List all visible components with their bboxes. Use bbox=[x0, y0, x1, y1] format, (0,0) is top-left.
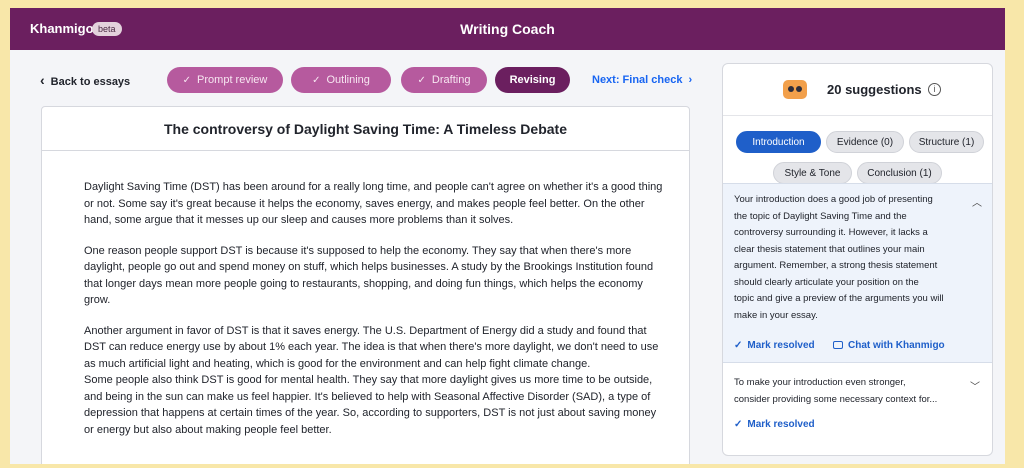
suggestion-line: consider providing some necessary contex… bbox=[734, 393, 938, 405]
chat-bubble-icon bbox=[833, 341, 843, 349]
filter-introduction[interactable]: Introduction bbox=[736, 131, 821, 153]
step-label: Revising bbox=[509, 74, 556, 86]
suggestions-panel: 20 suggestions i Introduction Evidence (… bbox=[722, 63, 993, 456]
action-label: Mark resolved bbox=[747, 340, 815, 351]
suggestions-count: 20 suggestions bbox=[827, 82, 922, 97]
step-label: Drafting bbox=[431, 74, 471, 86]
suggestion-line: make in your essay. bbox=[734, 309, 818, 321]
suggestion-text: To make your introduction even stronger,… bbox=[734, 375, 969, 408]
check-icon: ✓ bbox=[734, 419, 743, 430]
bot-eye bbox=[788, 86, 794, 92]
next-label: Next: Final check bbox=[592, 74, 683, 86]
mark-resolved-button[interactable]: ✓ Mark resolved bbox=[734, 340, 815, 351]
info-icon[interactable]: i bbox=[928, 83, 941, 96]
essay-paragraph: One reason people support DST is because… bbox=[84, 244, 654, 307]
suggestions-header: 20 suggestions i bbox=[723, 64, 992, 116]
chevron-right-icon: › bbox=[688, 74, 693, 86]
back-label: Back to essays bbox=[50, 76, 131, 88]
chevron-down-icon[interactable]: ﹀ bbox=[970, 378, 980, 393]
chevron-up-icon[interactable]: ︿ bbox=[972, 194, 982, 209]
essay-paragraph: Some people also think DST is good for m… bbox=[84, 374, 657, 436]
back-to-essays-link[interactable]: ‹ Back to essays bbox=[40, 72, 130, 88]
step-label: Prompt review bbox=[197, 74, 268, 86]
suggestion-line: argument. Remember, a strong thesis stat… bbox=[734, 260, 938, 271]
next-final-check-link[interactable]: Next: Final check › bbox=[592, 74, 692, 86]
app-window: Khanmigo beta Writing Coach ‹ Back to ess… bbox=[10, 8, 1005, 464]
suggestion-text: Your introduction does a good job of pre… bbox=[734, 192, 969, 324]
chat-with-khanmigo-button[interactable]: Chat with Khanmigo bbox=[833, 340, 945, 351]
step-revising[interactable]: Revising bbox=[495, 67, 570, 93]
filter-style-tone[interactable]: Style & Tone bbox=[773, 162, 852, 184]
step-outlining[interactable]: ✓ Outlining bbox=[291, 67, 391, 93]
essay-document[interactable]: The controversy of Daylight Saving Time:… bbox=[41, 106, 690, 464]
step-label: Outlining bbox=[326, 74, 370, 86]
suggestion-line: Your introduction does a good job of pre… bbox=[734, 194, 933, 205]
suggestion-line: To make your introduction even stronger, bbox=[734, 377, 906, 388]
check-icon: ✓ bbox=[182, 74, 192, 86]
chevron-left-icon: ‹ bbox=[40, 72, 45, 88]
top-bar: Khanmigo beta Writing Coach bbox=[10, 8, 1005, 50]
filter-structure[interactable]: Structure (1) bbox=[909, 131, 984, 153]
mark-resolved-button[interactable]: ✓ Mark resolved bbox=[734, 419, 815, 430]
bot-eye bbox=[796, 86, 802, 92]
filter-conclusion[interactable]: Conclusion (1) bbox=[857, 162, 942, 184]
check-icon: ✓ bbox=[734, 340, 743, 351]
khanmigo-bot-icon bbox=[783, 80, 807, 99]
action-label: Mark resolved bbox=[747, 419, 815, 430]
suggestion-line: clear thesis statement that outlines you… bbox=[734, 243, 925, 255]
check-icon: ✓ bbox=[312, 74, 321, 86]
suggestion-line: controversy surrounding it. However, it … bbox=[734, 227, 928, 238]
suggestion-line: the topic of Daylight Saving Time and th… bbox=[734, 210, 907, 222]
action-label: Chat with Khanmigo bbox=[848, 340, 945, 351]
suggestion-line: should clearly articulate your position … bbox=[734, 276, 919, 288]
app-title: Writing Coach bbox=[460, 21, 555, 37]
essay-body[interactable]: Daylight Saving Time (DST) has been arou… bbox=[84, 179, 664, 452]
step-drafting[interactable]: ✓ Drafting bbox=[401, 67, 487, 93]
essay-title: The controversy of Daylight Saving Time:… bbox=[42, 107, 689, 151]
filter-evidence[interactable]: Evidence (0) bbox=[826, 131, 904, 153]
suggestion-card-expanded[interactable]: ︿ Your introduction does a good job of p… bbox=[723, 183, 992, 363]
check-icon: ✓ bbox=[417, 74, 426, 86]
essay-paragraph: Daylight Saving Time (DST) has been arou… bbox=[84, 181, 663, 226]
step-prompt-review[interactable]: ✓ Prompt review bbox=[167, 67, 283, 93]
suggestion-line: topic and give a preview of the argument… bbox=[734, 293, 944, 304]
essay-paragraph: Another argument in favor of DST is that… bbox=[84, 324, 659, 370]
